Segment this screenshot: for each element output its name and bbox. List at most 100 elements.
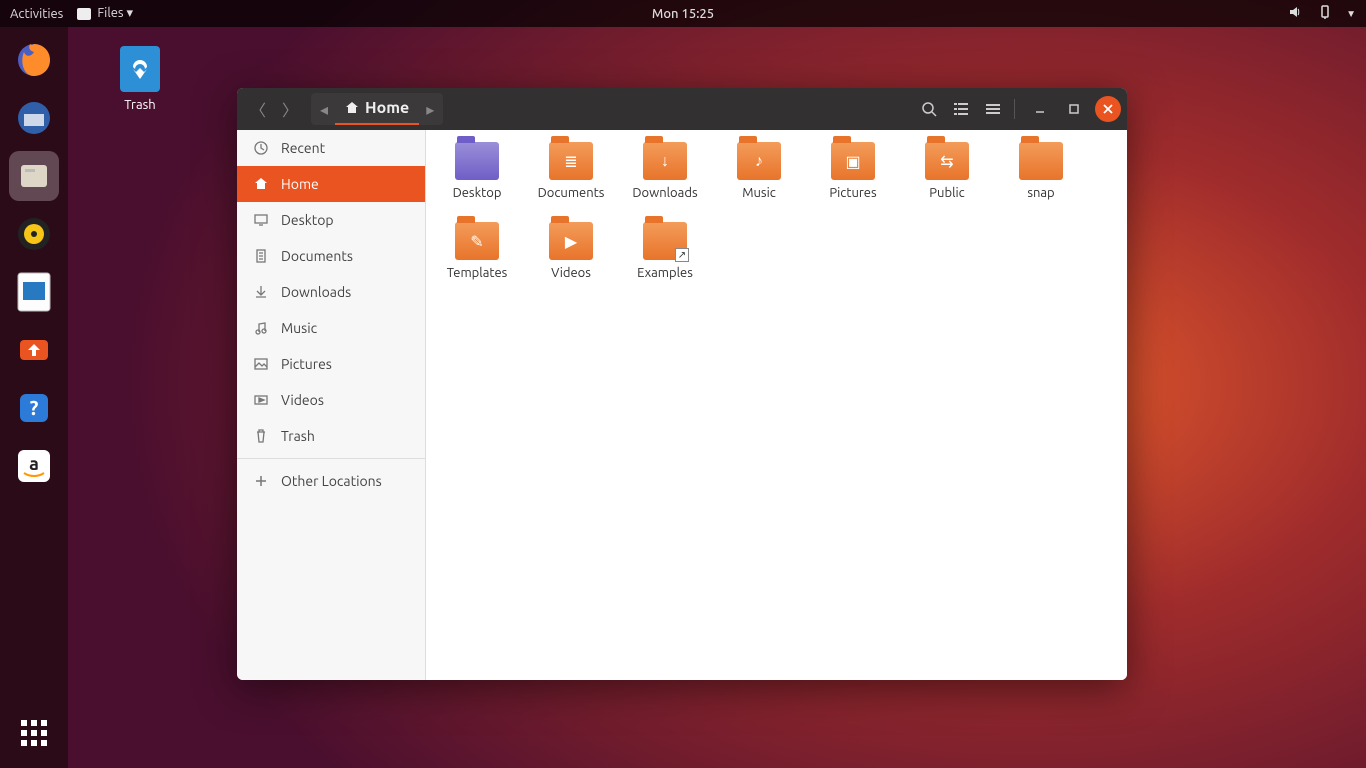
sidebar-label: Desktop: [281, 212, 334, 228]
sidebar: Recent Home Desktop Documents Downloads …: [237, 130, 426, 680]
list-view-button[interactable]: [946, 94, 976, 124]
search-icon: [921, 101, 937, 117]
folder-glyph-icon: ♪: [737, 142, 781, 180]
desktop-trash[interactable]: Trash: [110, 46, 170, 112]
maximize-icon: [1068, 103, 1080, 115]
folder-examples[interactable]: ↗ Examples: [618, 220, 712, 300]
folder-templates[interactable]: ✎Templates: [430, 220, 524, 300]
folder-label: Music: [742, 186, 776, 200]
folder-label: snap: [1027, 186, 1054, 200]
plus-icon: [253, 474, 269, 488]
videos-icon: [253, 393, 269, 407]
desktop-icon: [253, 213, 269, 227]
folder-glyph-icon: ↓: [643, 142, 687, 180]
sidebar-label: Documents: [281, 248, 353, 264]
nav-forward-button[interactable]: 〉: [275, 94, 305, 124]
hamburger-menu-button[interactable]: [978, 94, 1008, 124]
sidebar-label: Home: [281, 176, 319, 192]
folder-glyph-icon: ≣: [549, 142, 593, 180]
dock-software[interactable]: [9, 325, 59, 375]
hamburger-icon: [985, 101, 1001, 117]
sidebar-label: Music: [281, 320, 317, 336]
desktop-trash-label: Trash: [110, 98, 170, 112]
trash-icon: [253, 429, 269, 443]
folder-documents[interactable]: ≣Documents: [524, 140, 618, 220]
app-menu[interactable]: Files ▾: [77, 6, 133, 21]
dock-thunderbird[interactable]: [9, 93, 59, 143]
dock-help[interactable]: ?: [9, 383, 59, 433]
sidebar-label: Other Locations: [281, 473, 382, 489]
sidebar-other-locations[interactable]: Other Locations: [237, 463, 425, 499]
download-icon: [253, 285, 269, 299]
dock-firefox[interactable]: [9, 35, 59, 85]
folder-icon: ↗: [643, 222, 687, 260]
folder-icon: ✎: [455, 222, 499, 260]
sidebar-videos[interactable]: Videos: [237, 382, 425, 418]
dock-amazon[interactable]: a: [9, 441, 59, 491]
pictures-icon: [253, 357, 269, 371]
trash-icon: [120, 46, 160, 92]
folder-icon: ▶: [549, 222, 593, 260]
svg-text:a: a: [29, 454, 39, 474]
sidebar-music[interactable]: Music: [237, 310, 425, 346]
sidebar-trash[interactable]: Trash: [237, 418, 425, 454]
apps-grid-icon: [21, 720, 47, 746]
folder-icon: ♪: [737, 142, 781, 180]
sidebar-divider: [237, 458, 425, 459]
sidebar-documents[interactable]: Documents: [237, 238, 425, 274]
folder-videos[interactable]: ▶ Videos: [524, 220, 618, 300]
folder-snap[interactable]: snap: [994, 140, 1088, 220]
path-current-label: Home: [365, 99, 409, 117]
dock: ? a: [0, 27, 68, 768]
sidebar-label: Videos: [281, 392, 324, 408]
sidebar-recent[interactable]: Recent: [237, 130, 425, 166]
sidebar-label: Downloads: [281, 284, 351, 300]
search-button[interactable]: [914, 94, 944, 124]
path-next-icon[interactable]: ▸: [419, 100, 441, 119]
sidebar-pictures[interactable]: Pictures: [237, 346, 425, 382]
dock-writer[interactable]: [9, 267, 59, 317]
folder-label: Public: [929, 186, 964, 200]
maximize-button[interactable]: [1061, 96, 1087, 122]
sidebar-label: Pictures: [281, 356, 332, 372]
sidebar-downloads[interactable]: Downloads: [237, 274, 425, 310]
folder-icon: ▣: [831, 142, 875, 180]
dock-rhythmbox[interactable]: [9, 209, 59, 259]
close-button[interactable]: [1095, 96, 1121, 122]
path-segment-home[interactable]: Home: [335, 93, 419, 125]
volume-icon[interactable]: [1288, 4, 1304, 23]
power-icon[interactable]: [1318, 4, 1332, 23]
sidebar-desktop[interactable]: Desktop: [237, 202, 425, 238]
dock-files[interactable]: [9, 151, 59, 201]
folder-downloads[interactable]: ↓Downloads: [618, 140, 712, 220]
folder-pictures[interactable]: ▣Pictures: [806, 140, 900, 220]
folder-glyph-icon: ✎: [455, 222, 499, 260]
folder-music[interactable]: ♪ Music: [712, 140, 806, 220]
home-icon: [345, 101, 359, 115]
list-view-icon: [953, 101, 969, 117]
system-menu-caret-icon[interactable]: ▼: [1346, 8, 1356, 20]
folder-public[interactable]: ⇆ Public: [900, 140, 994, 220]
sidebar-label: Trash: [281, 428, 315, 444]
folder-icon: ⇆: [925, 142, 969, 180]
folder-label: Videos: [551, 266, 591, 280]
clock[interactable]: Mon 15:25: [652, 7, 714, 21]
folder-desktop[interactable]: Desktop: [430, 140, 524, 220]
files-window: 〈 〉 ◂ Home ▸: [237, 88, 1127, 680]
folder-glyph-icon: ⇆: [925, 142, 969, 180]
folder-label: Desktop: [453, 186, 502, 200]
show-applications-button[interactable]: [9, 708, 59, 758]
activities-button[interactable]: Activities: [10, 7, 63, 21]
minimize-button[interactable]: [1027, 96, 1053, 122]
folder-label: Examples: [637, 266, 693, 280]
folder-glyph-icon: ▣: [831, 142, 875, 180]
path-bar[interactable]: ◂ Home ▸: [311, 93, 443, 125]
path-prev-icon[interactable]: ◂: [313, 100, 335, 119]
sidebar-home[interactable]: Home: [237, 166, 425, 202]
minimize-icon: [1034, 103, 1046, 115]
folder-icon: [455, 142, 499, 180]
sidebar-label: Recent: [281, 140, 325, 156]
folder-grid[interactable]: Desktop ≣Documents↓Downloads ♪ Music ▣Pictur…: [426, 130, 1127, 680]
nav-back-button[interactable]: 〈: [243, 94, 273, 124]
titlebar[interactable]: 〈 〉 ◂ Home ▸: [237, 88, 1127, 130]
